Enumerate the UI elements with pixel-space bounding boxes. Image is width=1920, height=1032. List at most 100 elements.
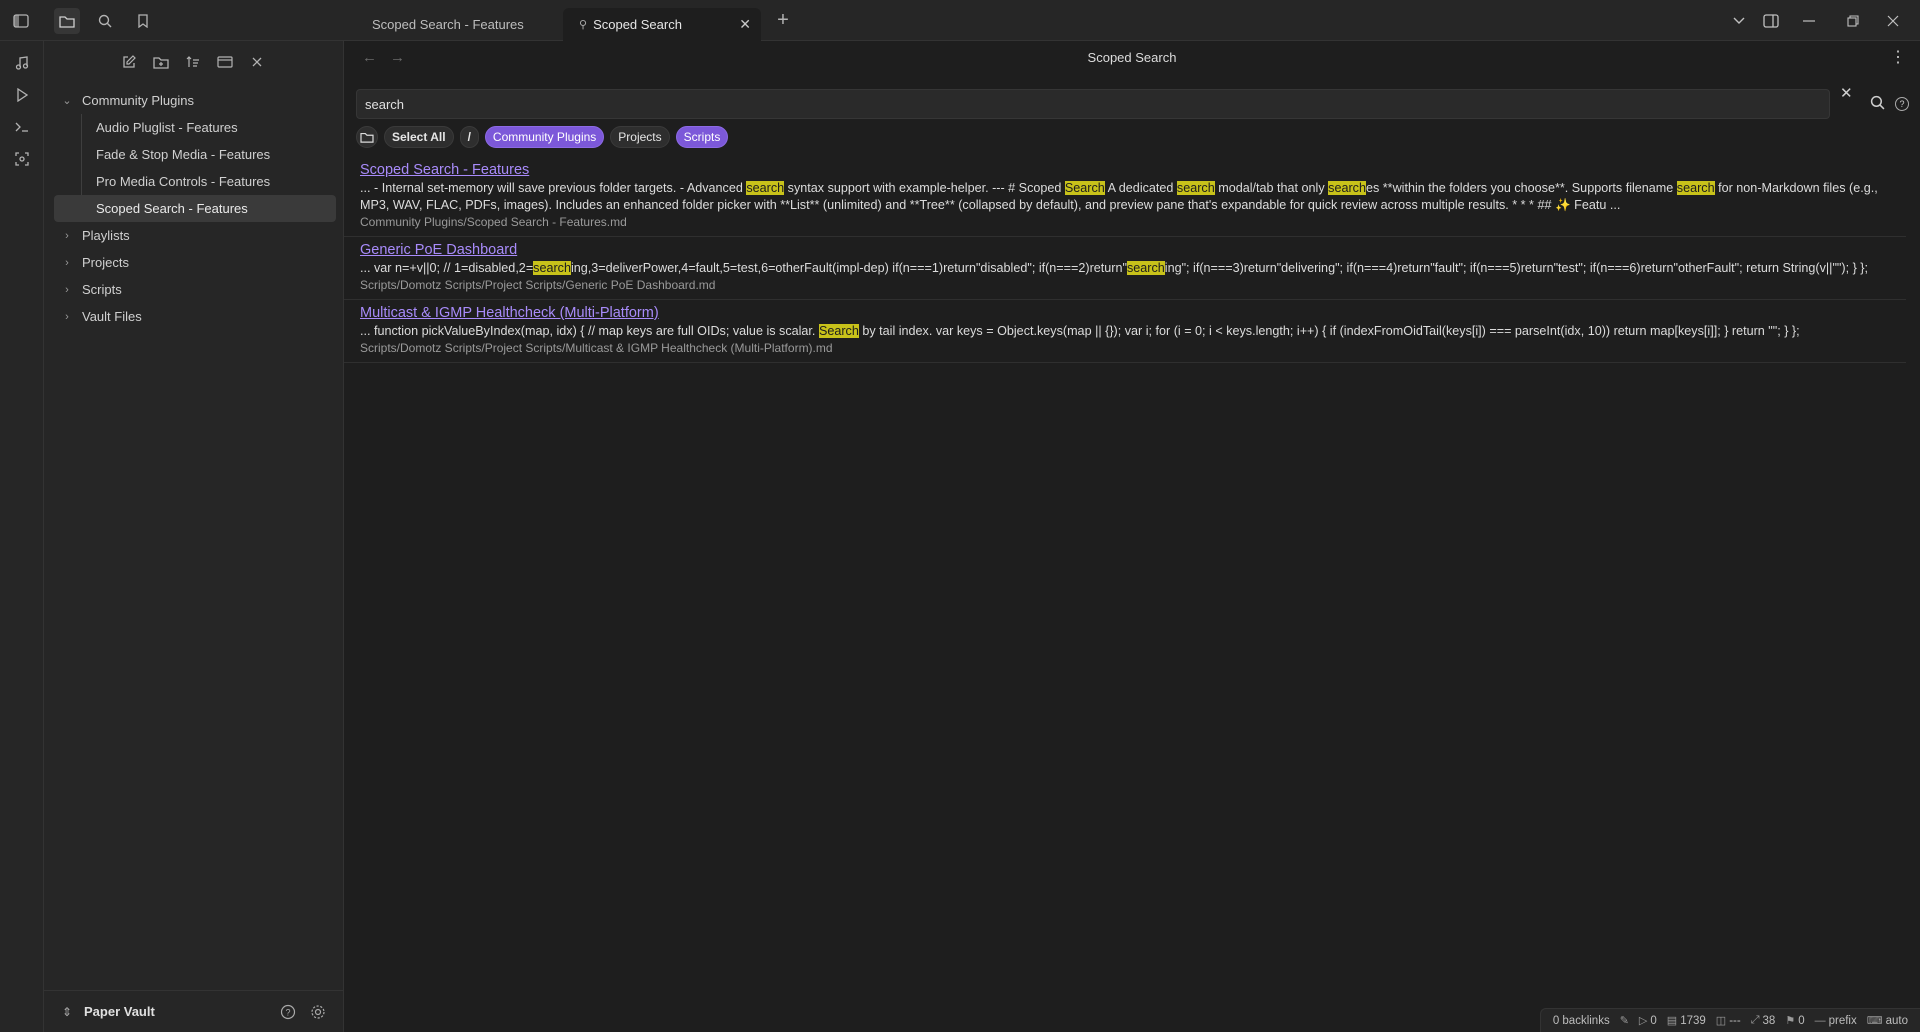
folder-icon[interactable] bbox=[54, 8, 80, 34]
chevron-right-icon: › bbox=[65, 283, 69, 296]
tree-file-pro-media-controls[interactable]: Pro Media Controls - Features bbox=[54, 168, 336, 195]
scope-chips: Select All / Community Plugins Projects … bbox=[356, 125, 729, 149]
search-icon[interactable] bbox=[92, 8, 118, 34]
mode-status[interactable]: — prefix bbox=[1815, 1015, 1857, 1027]
ribbon bbox=[0, 41, 44, 1032]
result-snippet: ... - Internal set-memory will save prev… bbox=[360, 180, 1894, 214]
result-title-link[interactable]: Generic PoE Dashboard bbox=[360, 240, 1894, 260]
search-highlight: Search bbox=[818, 324, 859, 338]
music-icon[interactable] bbox=[9, 50, 35, 76]
result-item[interactable]: Multicast & IGMP Healthcheck (Multi-Plat… bbox=[344, 300, 1906, 363]
search-highlight: search bbox=[1176, 181, 1215, 195]
chevron-right-icon: › bbox=[65, 310, 69, 323]
help-icon[interactable]: ? bbox=[276, 1000, 300, 1024]
result-title-link[interactable]: Multicast & IGMP Healthcheck (Multi-Plat… bbox=[360, 303, 1894, 323]
chip-projects[interactable]: Projects bbox=[610, 126, 670, 148]
select-all-chip[interactable]: Select All bbox=[384, 126, 454, 148]
scoped-search-view: ← → Scoped Search ⋮ ✕ ? Select All / Com… bbox=[344, 41, 1920, 1032]
dash-icon: — bbox=[1814, 1014, 1826, 1027]
tree-file-scoped-search[interactable]: Scoped Search - Features bbox=[54, 195, 336, 222]
edit-status[interactable]: ✎ bbox=[1620, 1014, 1629, 1027]
backlinks-count[interactable]: 0 backlinks bbox=[1553, 1015, 1610, 1027]
chevron-right-icon: › bbox=[65, 229, 69, 242]
settings-gear-icon[interactable] bbox=[306, 1000, 330, 1024]
tree-folder-label: Playlists bbox=[82, 228, 130, 243]
result-title-link[interactable]: Scoped Search - Features bbox=[360, 160, 1894, 180]
tab-scoped-search-features[interactable]: Scoped Search - Features bbox=[356, 8, 561, 41]
chevron-down-icon[interactable] bbox=[1726, 8, 1752, 34]
search-highlight: search bbox=[746, 181, 785, 195]
result-item[interactable]: Scoped Search - Features ... - Internal … bbox=[344, 157, 1906, 237]
snippet-text: ... var n=+v||0; // 1=disabled,2= bbox=[360, 261, 534, 275]
columns-value: --- bbox=[1729, 1014, 1741, 1027]
mode-value: prefix bbox=[1828, 1014, 1857, 1027]
new-note-icon[interactable] bbox=[116, 49, 142, 75]
folder-picker-icon[interactable] bbox=[356, 126, 378, 148]
result-path: Scripts/Domotz Scripts/Project Scripts/M… bbox=[360, 341, 833, 355]
chip-community-plugins[interactable]: Community Plugins bbox=[484, 126, 605, 148]
tree-folder-projects[interactable]: › Projects bbox=[54, 249, 336, 276]
search-highlight: search bbox=[1676, 181, 1715, 195]
clear-search-icon[interactable]: ✕ bbox=[1840, 84, 1853, 102]
new-tab-button[interactable]: + bbox=[771, 9, 795, 33]
tab-label: Scoped Search bbox=[593, 17, 682, 32]
word-count-value: 1739 bbox=[1680, 1014, 1706, 1027]
switch-vault-icon[interactable]: ⇕ bbox=[62, 1005, 72, 1019]
links-count: ⤢ 38 bbox=[1751, 1014, 1776, 1027]
tree-folder-playlists[interactable]: › Playlists bbox=[54, 222, 336, 249]
chip-scripts[interactable]: Scripts bbox=[675, 126, 729, 148]
page-title: Scoped Search bbox=[1087, 50, 1177, 65]
search-help-icon[interactable]: ? bbox=[1895, 97, 1909, 111]
tree-file-label: Audio Pluglist - Features bbox=[96, 120, 238, 135]
snippet-text: by tail index. var keys = Object.keys(ma… bbox=[858, 324, 1800, 338]
tree-folder-label: Vault Files bbox=[82, 309, 142, 324]
result-path: Community Plugins/Scoped Search - Featur… bbox=[360, 215, 627, 229]
play-icon[interactable] bbox=[9, 82, 35, 108]
toggle-sidebar-icon[interactable] bbox=[8, 8, 34, 34]
more-options-icon[interactable]: ⋮ bbox=[1890, 47, 1906, 67]
file-tree: ⌄ Community Plugins Audio Pluglist - Fea… bbox=[54, 87, 336, 330]
bookmark-icon[interactable] bbox=[130, 8, 156, 34]
tree-folder-label: Projects bbox=[82, 255, 129, 270]
tree-file-fade-stop-media[interactable]: Fade & Stop Media - Features bbox=[54, 141, 336, 168]
sort-icon[interactable] bbox=[180, 49, 206, 75]
auto-value: auto bbox=[1885, 1014, 1908, 1027]
close-window-icon[interactable] bbox=[1880, 8, 1906, 34]
search-icon: ⚲ bbox=[579, 19, 588, 31]
search-highlight: search bbox=[1328, 181, 1366, 195]
chevron-right-icon: › bbox=[65, 256, 69, 269]
collapse-view-icon[interactable] bbox=[212, 49, 238, 75]
collapse-all-icon[interactable] bbox=[244, 49, 270, 75]
tree-file-audio-pluglist[interactable]: Audio Pluglist - Features bbox=[54, 114, 336, 141]
search-highlight: search bbox=[1126, 261, 1165, 275]
minimize-icon[interactable] bbox=[1796, 8, 1822, 34]
search-icon[interactable] bbox=[1870, 95, 1885, 113]
restore-icon[interactable] bbox=[1840, 8, 1866, 34]
snippet-text: ... - Internal set-memory will save prev… bbox=[360, 181, 747, 195]
snippet-text: syntax support with example-helper. --- … bbox=[784, 181, 1065, 195]
tree-folder-vault-files[interactable]: › Vault Files bbox=[54, 303, 336, 330]
document-icon: ▤ bbox=[1666, 1015, 1678, 1027]
toggle-right-sidebar-icon[interactable] bbox=[1758, 8, 1784, 34]
result-path: Scripts/Domotz Scripts/Project Scripts/G… bbox=[360, 278, 716, 292]
tree-file-label: Fade & Stop Media - Features bbox=[96, 147, 271, 162]
chevron-down-icon: ⌄ bbox=[62, 95, 72, 107]
new-folder-icon[interactable] bbox=[148, 49, 174, 75]
file-explorer: ⌄ Community Plugins Audio Pluglist - Fea… bbox=[44, 41, 344, 1032]
app-window: Scoped Search - Features ⚲ Scoped Search… bbox=[0, 0, 1920, 1032]
tab-scoped-search[interactable]: ⚲ Scoped Search ✕ bbox=[563, 8, 761, 41]
tree-folder-scripts[interactable]: › Scripts bbox=[54, 276, 336, 303]
result-item[interactable]: Generic PoE Dashboard ... var n=+v||0; /… bbox=[344, 237, 1906, 300]
scan-icon[interactable] bbox=[9, 146, 35, 172]
close-icon[interactable]: ✕ bbox=[739, 16, 751, 33]
svg-text:?: ? bbox=[285, 1007, 290, 1017]
search-results: Scoped Search - Features ... - Internal … bbox=[344, 157, 1906, 363]
auto-status[interactable]: ⌨ auto bbox=[1867, 1014, 1908, 1028]
terminal-icon[interactable] bbox=[9, 114, 35, 140]
vault-switcher[interactable]: ⇕ Paper Vault ? bbox=[44, 990, 344, 1032]
unresolved-count: ⚑ 0 bbox=[1785, 1014, 1804, 1028]
search-input[interactable] bbox=[356, 89, 1830, 119]
columns-status: ◫ --- bbox=[1716, 1014, 1741, 1028]
tree-folder-community-plugins[interactable]: ⌄ Community Plugins bbox=[54, 87, 336, 114]
root-folder-chip[interactable]: / bbox=[459, 126, 479, 148]
